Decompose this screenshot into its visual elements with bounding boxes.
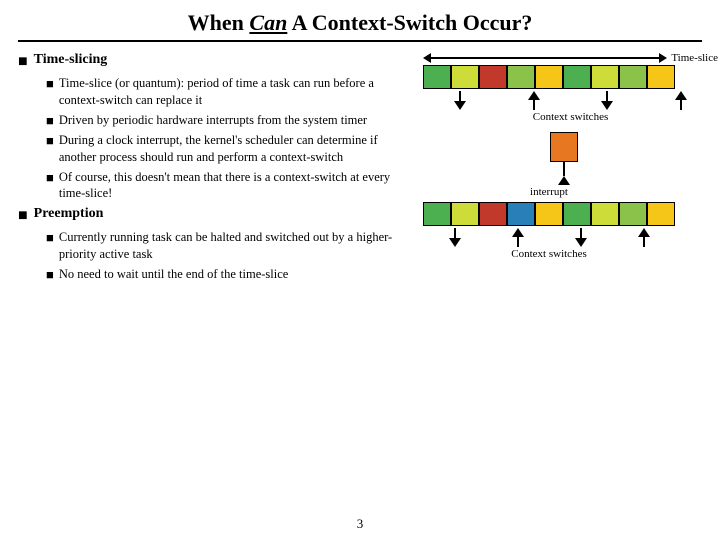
main-bullet-time-slicing: ■ Time-slicing bbox=[18, 52, 408, 71]
sub-marker-2-1: ■ bbox=[46, 230, 54, 246]
sub-bullet-1-4: ■ Of course, this doesn't mean that ther… bbox=[46, 169, 408, 203]
blocks-row-2 bbox=[423, 202, 675, 226]
sub-text-1-2: Driven by periodic hardware interrupts f… bbox=[59, 112, 367, 129]
timeslice-double-arrow bbox=[423, 53, 667, 63]
sub-marker-1-2: ■ bbox=[46, 113, 54, 129]
title-rest: A Context-Switch Occur? bbox=[287, 10, 532, 35]
sub-marker-1-4: ■ bbox=[46, 170, 54, 186]
cs-arrow-head-4 bbox=[675, 91, 687, 100]
context-switches-label-1: Context switches bbox=[423, 111, 718, 123]
sub-bullets-time-slicing: ■ Time-slice (or quantum): period of tim… bbox=[46, 75, 408, 202]
arrow-left-head bbox=[423, 53, 431, 63]
cs2-arrow-head-4 bbox=[638, 228, 650, 237]
block2-l1 bbox=[451, 202, 479, 226]
cs2-arrow-stem-4 bbox=[643, 237, 645, 247]
slide-title: When Can A Context-Switch Occur? bbox=[18, 10, 702, 42]
sub-text-1-4: Of course, this doesn't mean that there … bbox=[59, 169, 408, 203]
title-can: Can bbox=[249, 10, 287, 35]
block-y2 bbox=[647, 65, 675, 89]
left-column: ■ Time-slicing ■ Time-slice (or quantum)… bbox=[18, 52, 418, 287]
interrupt-arrow-head bbox=[558, 176, 570, 185]
interrupt-wrapper bbox=[453, 132, 675, 185]
arrow-right-head bbox=[659, 53, 667, 63]
cs-arrow-stem-2 bbox=[533, 100, 535, 110]
block2-g1 bbox=[423, 202, 451, 226]
block2-b1 bbox=[507, 202, 535, 226]
sub-text-2-2: No need to wait until the end of the tim… bbox=[59, 266, 288, 283]
cs2-arrow-3 bbox=[575, 228, 587, 247]
block-g1 bbox=[423, 65, 451, 89]
sub-bullet-1-1: ■ Time-slice (or quantum): period of tim… bbox=[46, 75, 408, 109]
block-g2 bbox=[563, 65, 591, 89]
sub-text-2-1: Currently running task can be halted and… bbox=[59, 229, 408, 263]
block-y1 bbox=[535, 65, 563, 89]
title-when: When bbox=[188, 10, 250, 35]
timeslice-arrow-row: Time-slice bbox=[423, 52, 718, 64]
cs2-arrow-head-3 bbox=[575, 238, 587, 247]
cs-arrow-head-2 bbox=[528, 91, 540, 100]
block2-g2 bbox=[563, 202, 591, 226]
cs-arrow-head-3 bbox=[601, 101, 613, 110]
sub-marker-1-3: ■ bbox=[46, 133, 54, 149]
slide-page: When Can A Context-Switch Occur? ■ Time-… bbox=[0, 0, 720, 540]
block-lg2 bbox=[619, 65, 647, 89]
cs-arrow-stem-4 bbox=[680, 100, 682, 110]
main-bullet-preemption: ■ Preemption bbox=[18, 206, 408, 225]
context-switches-label-2: Context switches bbox=[423, 248, 675, 260]
cs2-arrow-head-2 bbox=[512, 228, 524, 237]
cs2-arrow-stem-2 bbox=[517, 237, 519, 247]
sub-bullet-2-2: ■ No need to wait until the end of the t… bbox=[46, 266, 408, 283]
cs-arrow-head-1 bbox=[454, 101, 466, 110]
cs-arrow-1 bbox=[454, 91, 466, 110]
bullet-marker-1: ■ bbox=[18, 53, 28, 71]
cs2-arrow-2 bbox=[512, 228, 524, 247]
right-column: Time-slice bbox=[418, 52, 718, 287]
cs-arrow-4 bbox=[675, 91, 687, 110]
block-l2 bbox=[591, 65, 619, 89]
sub-marker-1-1: ■ bbox=[46, 76, 54, 92]
cs2-arrow-1 bbox=[449, 228, 461, 247]
block-lg1 bbox=[507, 65, 535, 89]
cs-arrow-stem-3 bbox=[606, 91, 608, 101]
cs2-arrow-stem-3 bbox=[580, 228, 582, 238]
block2-lg1 bbox=[619, 202, 647, 226]
sub-bullet-1-2: ■ Driven by periodic hardware interrupts… bbox=[46, 112, 408, 129]
bullet-marker-2: ■ bbox=[18, 207, 28, 225]
blocks-row-1 bbox=[423, 65, 718, 89]
cs2-arrow-head-1 bbox=[449, 238, 461, 247]
sub-bullet-2-1: ■ Currently running task can be halted a… bbox=[46, 229, 408, 263]
cs-arrow-stem-1 bbox=[459, 91, 461, 101]
sub-marker-2-2: ■ bbox=[46, 267, 54, 283]
diagram2: interrupt bbox=[423, 129, 675, 260]
page-number: 3 bbox=[357, 516, 364, 532]
interrupt-up-arrow bbox=[558, 162, 570, 185]
content-area: ■ Time-slicing ■ Time-slice (or quantum)… bbox=[18, 52, 702, 287]
arrow-line bbox=[431, 57, 659, 59]
main-bullet-label-1: Time-slicing bbox=[34, 52, 108, 68]
block2-y1 bbox=[535, 202, 563, 226]
main-bullet-label-2: Preemption bbox=[34, 206, 104, 222]
interrupt-label: interrupt bbox=[423, 186, 675, 198]
block2-y2 bbox=[647, 202, 675, 226]
block-r1 bbox=[479, 65, 507, 89]
block2-r1 bbox=[479, 202, 507, 226]
sub-text-1-3: During a clock interrupt, the kernel's s… bbox=[59, 132, 408, 166]
sub-bullet-1-3: ■ During a clock interrupt, the kernel's… bbox=[46, 132, 408, 166]
block2-l2 bbox=[591, 202, 619, 226]
block-l1 bbox=[451, 65, 479, 89]
cs-arrows-row-2 bbox=[423, 228, 675, 247]
interrupt-block bbox=[550, 132, 578, 162]
cs-arrow-2 bbox=[528, 91, 540, 110]
cs2-arrow-4 bbox=[638, 228, 650, 247]
cs-arrows-row-1 bbox=[423, 91, 718, 110]
diagram1: Time-slice bbox=[423, 52, 718, 123]
sub-bullets-preemption: ■ Currently running task can be halted a… bbox=[46, 229, 408, 283]
cs-arrow-3 bbox=[601, 91, 613, 110]
sub-text-1-1: Time-slice (or quantum): period of time … bbox=[59, 75, 408, 109]
interrupt-arrow-stem bbox=[563, 162, 565, 176]
cs2-arrow-stem-1 bbox=[454, 228, 456, 238]
timeslice-label: Time-slice bbox=[671, 52, 718, 64]
